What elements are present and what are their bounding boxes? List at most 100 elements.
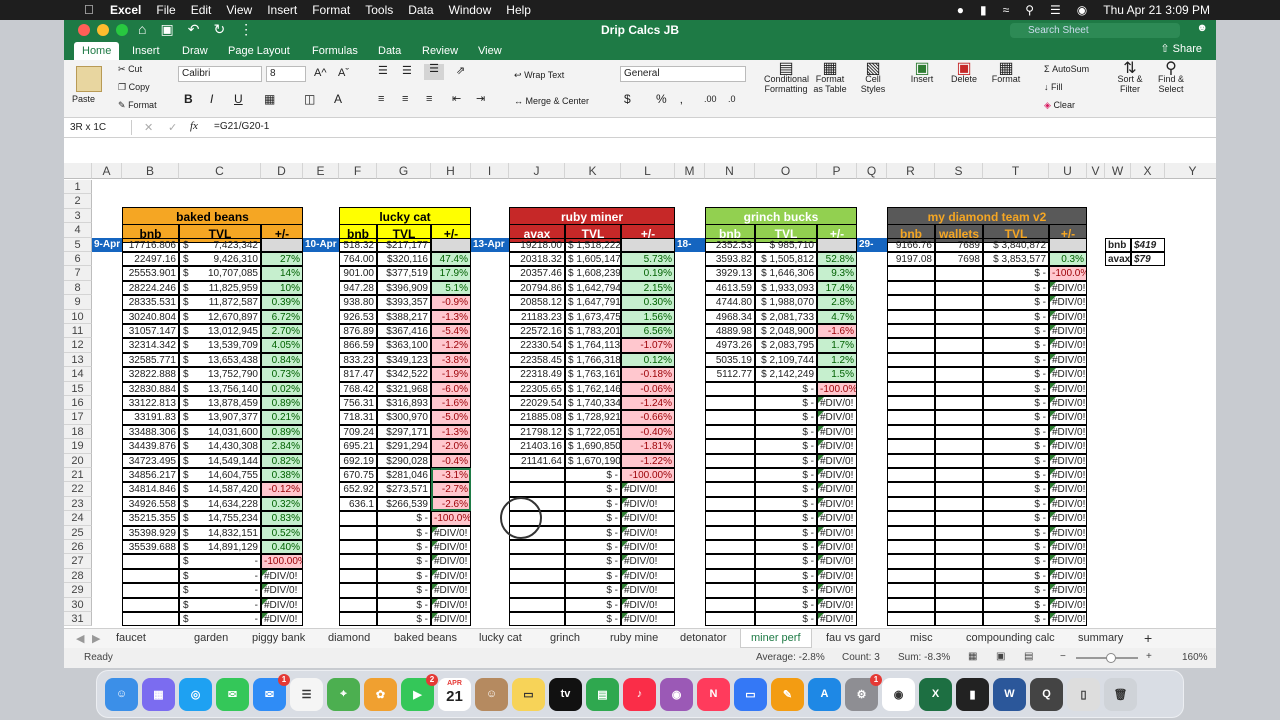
table-cell[interactable]: -1.6% [431,396,471,411]
maps-icon[interactable]: ⌖ [327,677,360,711]
table-cell[interactable]: $ - [755,468,817,483]
table-cell[interactable]: #DIV/0! [1049,324,1087,339]
table-cell[interactable]: -100.0% [431,511,471,526]
table-cell[interactable]: $ - [983,352,1049,368]
table-cell[interactable] [509,597,565,612]
table-cell[interactable] [122,597,179,612]
table-cell[interactable]: - $ [179,597,261,612]
table-cell[interactable]: 9,426,310 $ [179,252,261,267]
table-cell[interactable]: $ 1,670,190 [565,453,621,468]
delete-cells-button[interactable]: ▣ Delete [946,61,982,85]
table-cell[interactable]: $ 2,083,795 [755,338,817,353]
sheet-tab[interactable]: fau vs gard [826,632,880,644]
tab-review[interactable]: Review [414,42,466,60]
table-cell[interactable]: 901.00 [339,266,377,281]
table-cell[interactable] [1049,237,1087,252]
table-cell[interactable]: #DIV/0! [1049,453,1087,468]
launchpad-icon[interactable]: ▦ [142,677,175,711]
excel-icon[interactable]: X [919,677,952,711]
siri-icon[interactable]: ◉ [1077,3,1087,17]
table-cell[interactable]: $396,909 [377,280,431,296]
table-cell[interactable]: -5.4% [431,324,471,339]
table-cell[interactable]: $ - [377,568,431,584]
table-cell[interactable] [887,554,935,569]
table-cell[interactable]: 652.92 [339,482,377,497]
column-header[interactable]: E [303,163,339,179]
app-store-icon[interactable]: A [808,677,841,711]
row-header[interactable]: 16 [64,396,92,411]
row-header[interactable]: 13 [64,352,92,368]
table-cell[interactable] [705,583,755,598]
table-cell[interactable]: $ - [983,468,1049,483]
table-cell[interactable] [509,525,565,540]
row-header[interactable]: 17 [64,410,92,425]
table-cell[interactable] [935,554,983,569]
table-cell[interactable]: 1.5% [817,367,857,382]
table-cell[interactable]: $363,100 [377,338,431,353]
table-cell[interactable]: #DIV/0! [1049,540,1087,555]
tab-formulas[interactable]: Formulas [304,42,366,60]
table-cell[interactable]: $ - [755,583,817,598]
table-cell[interactable]: 4.05% [261,338,303,353]
table-cell[interactable] [887,540,935,555]
table-cell[interactable] [509,568,565,584]
table-cell[interactable] [935,511,983,526]
table-cell[interactable]: -6.0% [431,381,471,396]
column-header[interactable]: T [983,163,1049,179]
table-cell[interactable] [935,583,983,598]
tv-icon[interactable]: tv [549,677,582,711]
table-cell[interactable]: #DIV/0! [817,511,857,526]
table-cell[interactable]: 866.59 [339,338,377,353]
tab-view[interactable]: View [470,42,510,60]
safari-icon[interactable]: ◎ [179,677,212,711]
table-cell[interactable]: $ - [755,597,817,612]
table-cell[interactable] [705,439,755,454]
row-header[interactable]: 4 [64,223,92,238]
row-header[interactable]: 11 [64,324,92,339]
table-cell[interactable] [705,525,755,540]
table-cell[interactable] [935,424,983,440]
table-cell[interactable]: 7,423,342 $ [179,237,261,252]
table-cell[interactable]: 2.70% [261,324,303,339]
table-cell[interactable]: 5.73% [621,252,675,267]
table-cell[interactable] [705,597,755,612]
table-cell[interactable] [509,468,565,483]
table-cell[interactable]: $ - [983,410,1049,425]
sheet-tab[interactable]: lucky cat [479,632,522,644]
cell-styles-button[interactable]: ▧ Cell Styles [856,61,890,95]
table-cell[interactable]: $ - [755,453,817,468]
sheet-tab[interactable]: compounding calc [966,632,1055,644]
table-cell[interactable]: $ - [377,583,431,598]
table-cell[interactable]: #DIV/0! [1049,511,1087,526]
table-cell[interactable]: $ - [377,597,431,612]
row-header[interactable]: 15 [64,381,92,396]
table-cell[interactable]: 21798.12 [509,424,565,440]
table-cell[interactable]: $ 1,642,794 [565,280,621,296]
table-cell[interactable]: 19218.00 [509,237,565,252]
table-cell[interactable] [887,511,935,526]
sheet-tab[interactable]: faucet [116,632,146,644]
table-cell[interactable]: 31057.147 [122,324,179,339]
table-cell[interactable]: #DIV/0! [621,612,675,627]
table-cell[interactable] [339,511,377,526]
search-sheet-input[interactable]: Search Sheet [1010,23,1180,38]
table-cell[interactable]: #DIV/0! [1049,482,1087,497]
sheet-tab[interactable]: baked beans [394,632,457,644]
table-cell[interactable] [705,540,755,555]
table-cell[interactable]: $ 985,710 [755,237,817,252]
table-cell[interactable] [887,381,935,396]
table-cell[interactable] [817,237,857,252]
table-cell[interactable]: 4968.34 [705,309,755,324]
tab-insert[interactable]: Insert [124,42,168,60]
table-cell[interactable]: -100.0% [817,381,857,396]
table-cell[interactable]: 764.00 [339,252,377,267]
increase-decimal-icon[interactable]: .00 [704,94,717,104]
table-cell[interactable]: $316,893 [377,396,431,411]
table-cell[interactable] [705,396,755,411]
table-cell[interactable]: 22572.16 [509,324,565,339]
table-cell[interactable]: $ 1,740,334 [565,396,621,411]
table-cell[interactable]: $ - [377,525,431,540]
table-cell[interactable]: $ 1,646,306 [755,266,817,281]
table-cell[interactable]: 14,755,234 $ [179,511,261,526]
trash-icon[interactable]: 🗑 [1104,677,1137,711]
